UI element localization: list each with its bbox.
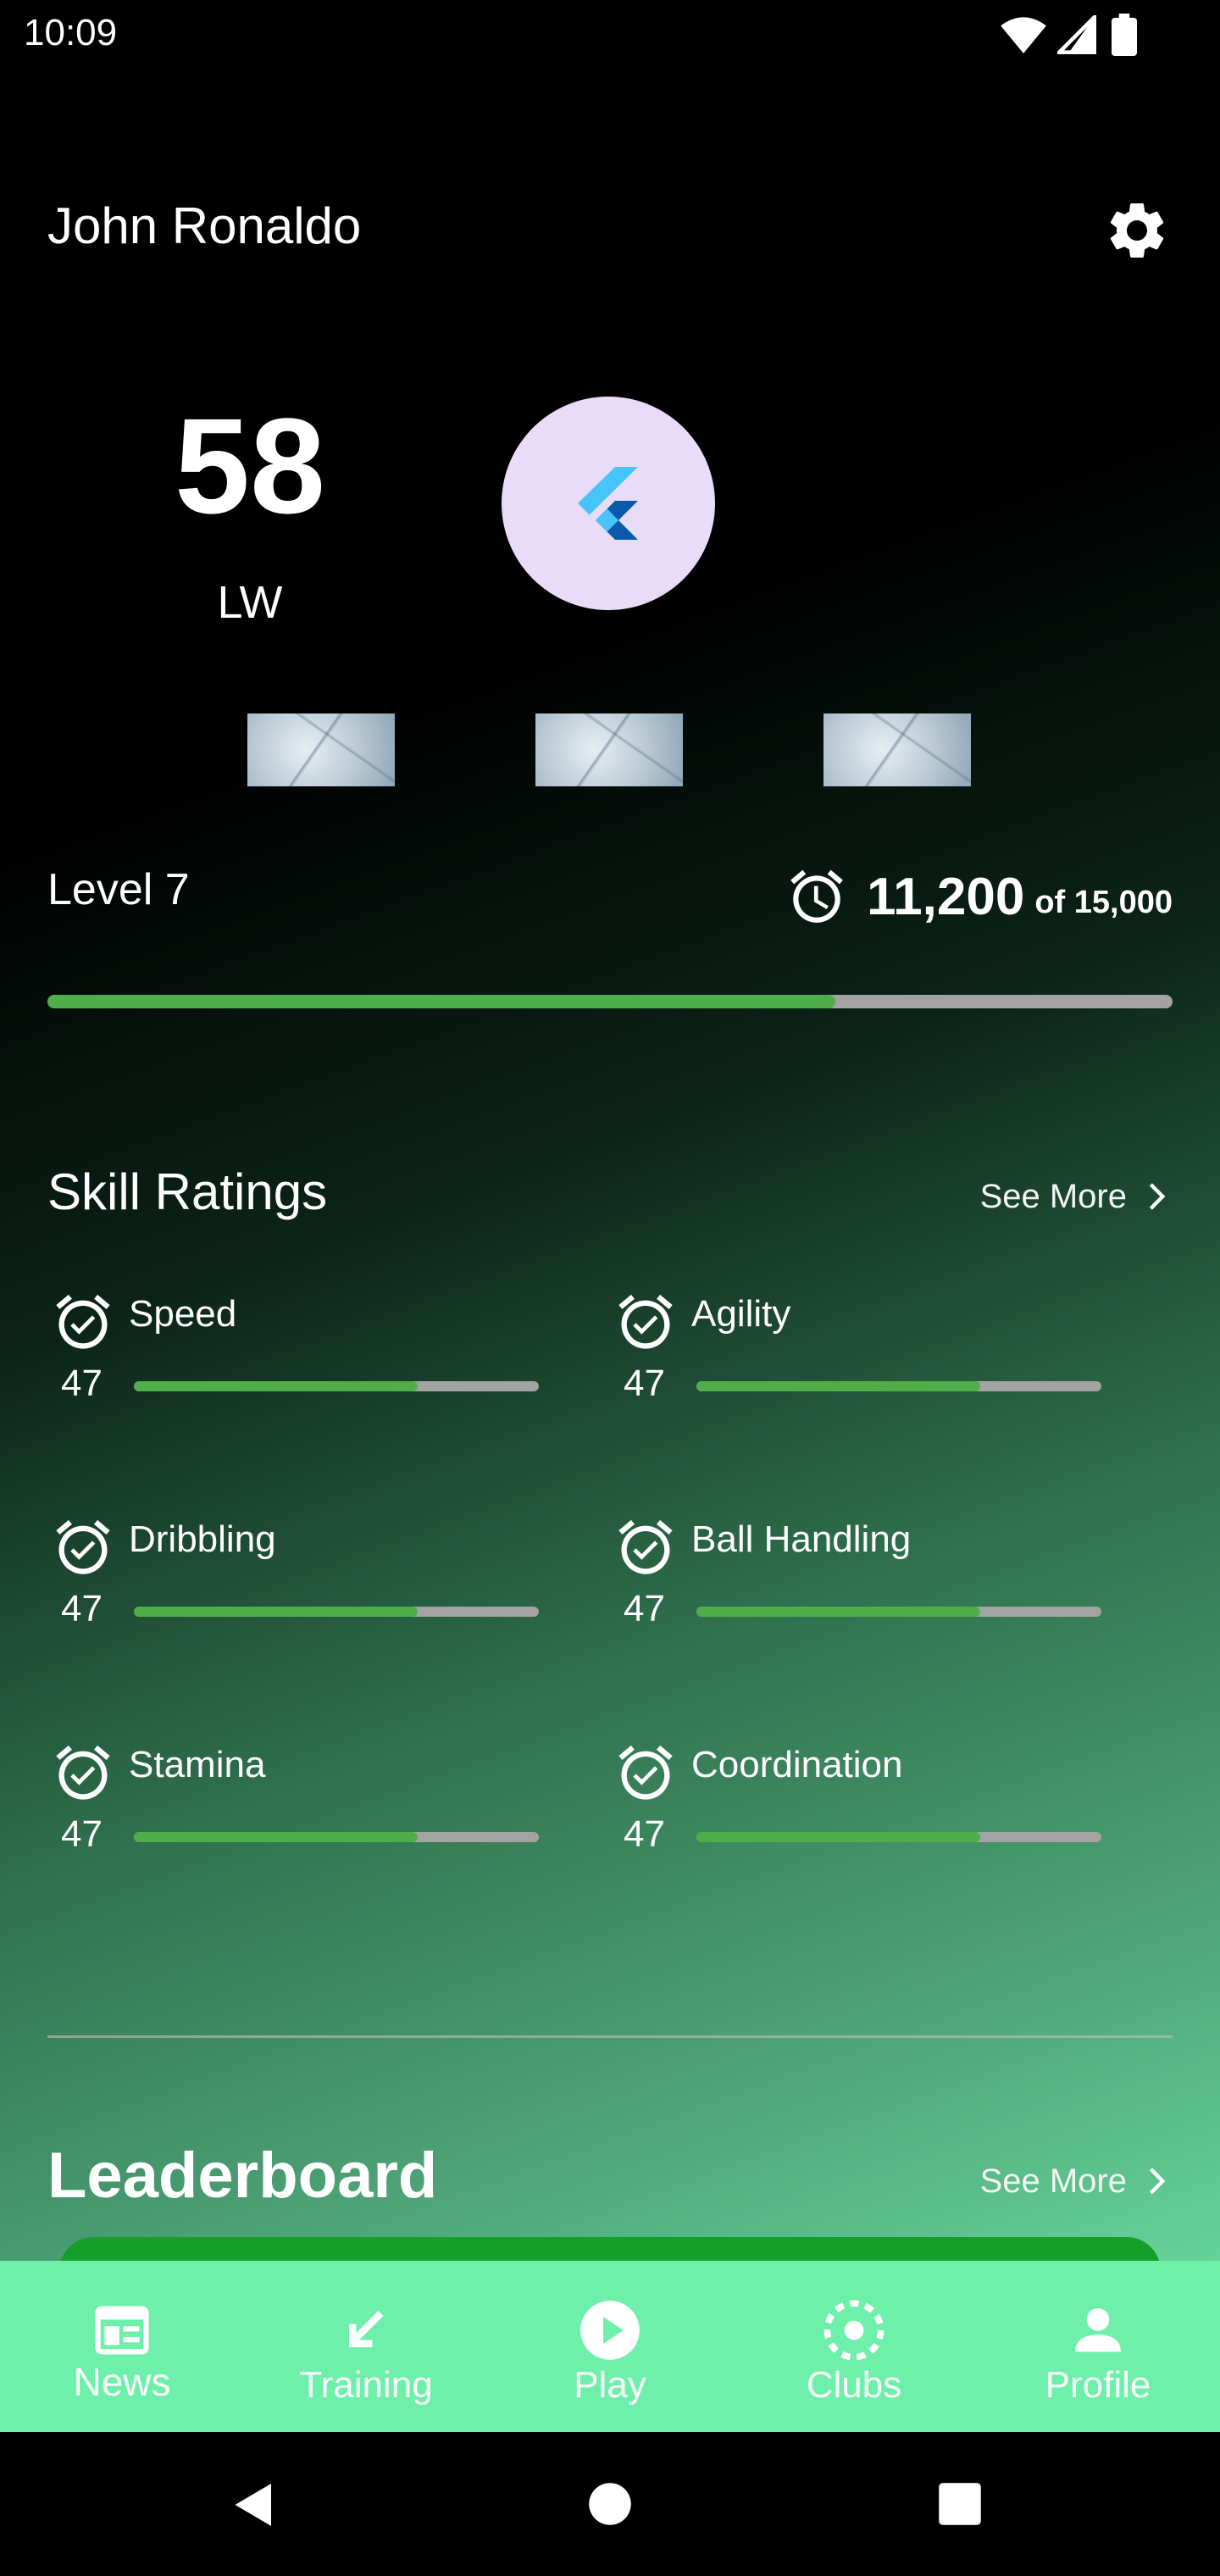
skill-name: Dribbling [129, 1518, 276, 1560]
player-position: LW [217, 577, 283, 628]
training-arrow-icon [332, 2296, 400, 2364]
skill-progress-bar [696, 1607, 1101, 1617]
skill-name: Agility [691, 1293, 791, 1335]
nav-item-profile[interactable]: Profile [976, 2261, 1220, 2432]
leaderboard-title: Leaderboard [47, 2140, 438, 2212]
level-progress-fill [47, 995, 835, 1008]
skill-item: Speed 47 [51, 1290, 576, 1425]
play-circle-icon [576, 2296, 644, 2364]
recents-icon[interactable] [937, 2481, 983, 2527]
alarm-check-icon [56, 1519, 110, 1574]
alarm-check-icon [56, 1745, 110, 1800]
skill-item: Dribbling 47 [51, 1515, 576, 1651]
nav-label: Training [299, 2364, 433, 2406]
avatar[interactable] [502, 397, 715, 610]
alarm-check-icon [618, 1519, 673, 1574]
skill-name: Ball Handling [691, 1518, 912, 1560]
nav-label: News [73, 2360, 171, 2404]
alarm-check-icon [56, 1294, 110, 1349]
badge-image[interactable] [535, 713, 683, 786]
nav-item-clubs[interactable]: Clubs [732, 2261, 976, 2432]
overall-rating: 58 [175, 390, 325, 541]
gear-icon [1110, 203, 1164, 258]
badge-image[interactable] [824, 713, 971, 786]
skill-value: 47 [624, 1363, 665, 1404]
nav-label: Play [574, 2364, 646, 2406]
nav-label: Profile [1045, 2364, 1151, 2406]
chevron-right-icon [1149, 1183, 1166, 1210]
skill-ratings-title: Skill Ratings [47, 1163, 328, 1220]
alarm-check-icon [618, 1745, 673, 1800]
xp-current: 11,200 [867, 867, 1025, 926]
xp-total: of 15,000 [1034, 884, 1173, 920]
news-icon [88, 2296, 156, 2364]
signal-icon [1057, 15, 1096, 54]
system-navigation-bar [0, 2432, 1220, 2576]
skill-progress-fill [134, 1607, 418, 1617]
wifi-icon [1001, 17, 1046, 54]
skill-progress-bar [696, 1381, 1101, 1391]
skill-progress-fill [134, 1832, 418, 1842]
skill-value: 47 [61, 1813, 103, 1855]
skill-progress-bar [134, 1607, 539, 1617]
skill-value: 47 [624, 1813, 665, 1855]
skill-progress-bar [134, 1832, 539, 1842]
nav-item-training[interactable]: Training [244, 2261, 488, 2432]
level-progress-bar [47, 995, 1173, 1008]
see-more-label: See More [979, 2162, 1127, 2200]
skill-progress-bar [134, 1381, 539, 1391]
level-label: Level 7 [47, 865, 190, 914]
skill-progress-fill [696, 1832, 980, 1842]
bottom-navigation: News Training Play Clubs Profile [0, 2261, 1220, 2432]
skill-item: Agility 47 [613, 1290, 1139, 1425]
flutter-logo-icon [578, 467, 638, 540]
skill-progress-fill [696, 1607, 980, 1617]
skill-progress-fill [134, 1381, 418, 1391]
back-icon[interactable] [229, 2479, 280, 2530]
skill-progress-bar [696, 1832, 1101, 1842]
alarm-check-icon [618, 1294, 673, 1349]
skill-value: 47 [61, 1363, 103, 1404]
skill-item: Stamina 47 [51, 1740, 576, 1876]
skill-progress-fill [696, 1381, 980, 1391]
nav-item-news[interactable]: News [0, 2261, 244, 2432]
badge-image[interactable] [247, 713, 395, 786]
alarm-clock-icon [790, 869, 843, 923]
person-icon [1064, 2296, 1132, 2364]
skill-value: 47 [624, 1588, 665, 1629]
status-bar: 10:09 [0, 0, 1220, 71]
skills-see-more-link[interactable]: See More [980, 1171, 1173, 1222]
clubs-icon [820, 2296, 888, 2364]
skill-item: Ball Handling 47 [613, 1515, 1139, 1651]
home-icon[interactable] [587, 2481, 633, 2527]
nav-label: Clubs [806, 2364, 902, 2406]
skill-item: Coordination 47 [613, 1740, 1139, 1876]
settings-button[interactable] [1103, 197, 1171, 264]
skill-value: 47 [61, 1588, 103, 1629]
nav-item-play[interactable]: Play [488, 2261, 732, 2432]
status-time: 10:09 [24, 12, 118, 53]
skill-name: Coordination [691, 1744, 903, 1785]
skill-name: Speed [129, 1293, 237, 1335]
user-name: John Ronaldo [47, 197, 362, 254]
skill-name: Stamina [129, 1744, 266, 1785]
section-divider [47, 2035, 1173, 2038]
xp-display: 11,200 of 15,000 [785, 863, 1173, 930]
battery-icon [1112, 14, 1137, 56]
see-more-label: See More [979, 1177, 1127, 1215]
leaderboard-see-more-link[interactable]: See More [980, 2156, 1173, 2207]
chevron-right-icon [1149, 2168, 1166, 2195]
